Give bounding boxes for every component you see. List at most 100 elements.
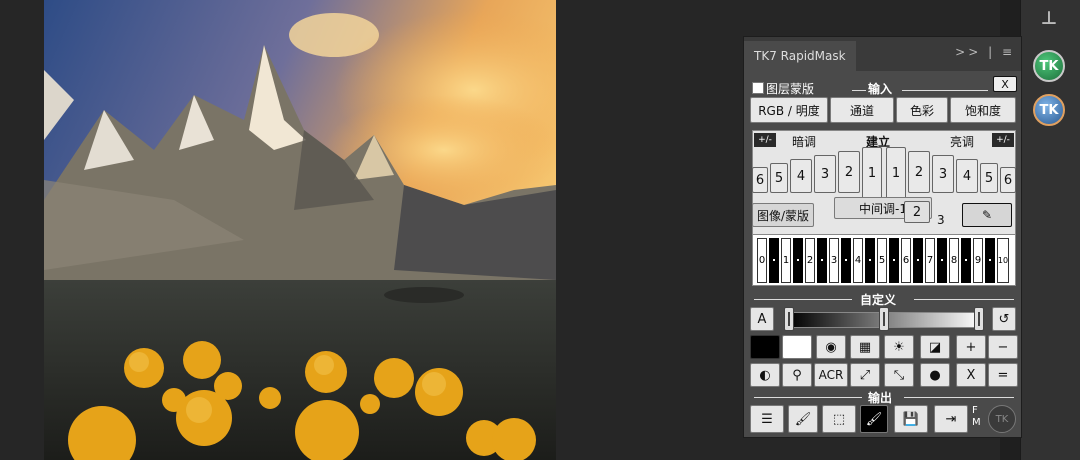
mountain-photo [44,0,556,460]
panel-menu-icon[interactable]: >> | ≡ [955,45,1015,59]
dark-step-2[interactable]: 2 [838,151,860,193]
brush-search-button[interactable]: ⚲ [782,363,812,387]
reset-icon: ↺ [998,311,1010,327]
image-mask-button[interactable]: 图像/蒙版 [752,203,814,227]
key-1[interactable]: 1 [781,238,791,283]
white-swatch-button[interactable] [782,335,812,359]
acr-button[interactable]: ACR [814,363,848,387]
shrink-icon: ⤡ [893,367,905,383]
minus-button[interactable]: − [988,335,1018,359]
tk-green-icon[interactable]: TK [1033,50,1065,82]
curve-icon: ◪ [928,339,942,355]
close-button[interactable]: X [993,76,1017,92]
light-step-6[interactable]: 6 [1000,167,1016,193]
key-dark-2[interactable] [817,238,827,283]
save-button[interactable]: 💾 [894,405,928,433]
equals-button[interactable]: = [988,363,1018,387]
channel-button[interactable]: 通道 [830,97,894,123]
dark-label: 暗调 [792,135,817,149]
layer-mask-label: 图层蒙版 [766,82,815,96]
rgb-luminosity-button[interactable]: RGB / 明度 [750,97,828,123]
output-line-right [904,397,1014,398]
key-5[interactable]: 5 [877,238,887,283]
key-10[interactable]: 10 [997,238,1009,283]
key-dark-9[interactable] [985,238,995,283]
plus-button[interactable]: + [956,335,986,359]
saturation-button[interactable]: 饱和度 [950,97,1016,123]
key-dark-5[interactable] [889,238,899,283]
key-3[interactable]: 3 [829,238,839,283]
reset-button[interactable]: ↺ [992,307,1016,331]
slider-handle-right[interactable] [974,307,984,331]
dark-step-6[interactable]: 6 [752,167,768,193]
layer-mask-checkbox[interactable] [752,82,764,94]
panel-tab[interactable]: TK7 RapidMask [744,41,856,71]
key-9[interactable]: 9 [973,238,983,283]
key-dark-3[interactable] [841,238,851,283]
tk-blue-icon[interactable]: TK [1033,94,1065,126]
tk-logo-button[interactable]: TK [988,405,1016,433]
right-dock: ⊥ TK TK [1020,0,1080,460]
key-dark-6[interactable] [913,238,923,283]
a-button[interactable]: A [750,307,774,331]
stamp-icon[interactable]: ⊥ [1033,2,1065,34]
light-step-1[interactable]: 1 [886,147,906,199]
key-4[interactable]: 4 [853,238,863,283]
color-button[interactable]: 色彩 [896,97,948,123]
key-8[interactable]: 8 [949,238,959,283]
eye-button[interactable]: ◐ [750,363,780,387]
dark-brush-button[interactable]: 🖌 [860,405,888,433]
selection-button[interactable]: ⬚ [822,405,856,433]
input-line-left [852,90,866,91]
dark-step-1[interactable]: 1 [862,147,882,199]
dark-step-3[interactable]: 3 [814,155,836,193]
light-step-4[interactable]: 4 [956,159,978,193]
paint-brush-button[interactable]: 🖌 [788,405,818,433]
grid-icon: ▦ [858,339,872,355]
grid-button[interactable]: ▦ [850,335,880,359]
key-0[interactable]: 0 [757,238,767,283]
panel-tabbar: TK7 RapidMask >> | ≡ [744,37,1021,71]
midtone-step-2[interactable]: 2 [904,201,930,223]
luminosity-keys: 0 1 2 3 4 5 6 7 8 9 10 [752,234,1016,286]
slider-handle-mid[interactable] [879,307,889,331]
enter-icon: ⇥ [945,411,957,427]
input-title: 输入 [868,82,893,96]
key-dark-4[interactable] [865,238,875,283]
custom-line-right [914,299,1014,300]
contrast-button[interactable]: ☀ [884,335,914,359]
slider-handle-left[interactable] [784,307,794,331]
key-dark-8[interactable] [961,238,971,283]
light-step-3[interactable]: 3 [932,155,954,193]
key-dark-7[interactable] [937,238,947,283]
midtone-step-3[interactable]: 3 [937,213,945,227]
light-plus-minus-button[interactable]: +/- [992,133,1014,147]
x-button[interactable]: X [956,363,986,387]
drop-button[interactable]: ● [920,363,950,387]
output-line-left [754,397,862,398]
dark-step-4[interactable]: 4 [790,159,812,193]
key-dark-1[interactable] [793,238,803,283]
menu-button[interactable]: ☰ [750,405,784,433]
key-7[interactable]: 7 [925,238,935,283]
custom-title: 自定义 [860,293,897,307]
shrink-button[interactable]: ⤡ [884,363,914,387]
expand-button[interactable]: ⤢ [850,363,880,387]
export-button[interactable]: ⇥ [934,405,968,433]
tk-logo-label: TK [995,413,1009,425]
key-6[interactable]: 6 [901,238,911,283]
light-step-5[interactable]: 5 [980,163,998,193]
curve-button[interactable]: ◪ [920,335,950,359]
dark-plus-minus-button[interactable]: +/- [754,133,776,147]
rapidmask-panel: TK7 RapidMask >> | ≡ 图层蒙版 输入 X RGB / 明度 … [743,36,1022,438]
key-2[interactable]: 2 [805,238,815,283]
save-icon: 💾 [902,411,920,427]
mask-dot-button[interactable]: ◉ [816,335,846,359]
light-step-2[interactable]: 2 [908,151,930,193]
key-dark-0[interactable] [769,238,779,283]
dark-step-5[interactable]: 5 [770,163,788,193]
black-swatch-button[interactable] [750,335,780,359]
dark-brush-icon: 🖌 [865,411,883,427]
hamburger-icon: ☰ [761,411,773,427]
eyedropper-button[interactable]: ✎ [962,203,1012,227]
